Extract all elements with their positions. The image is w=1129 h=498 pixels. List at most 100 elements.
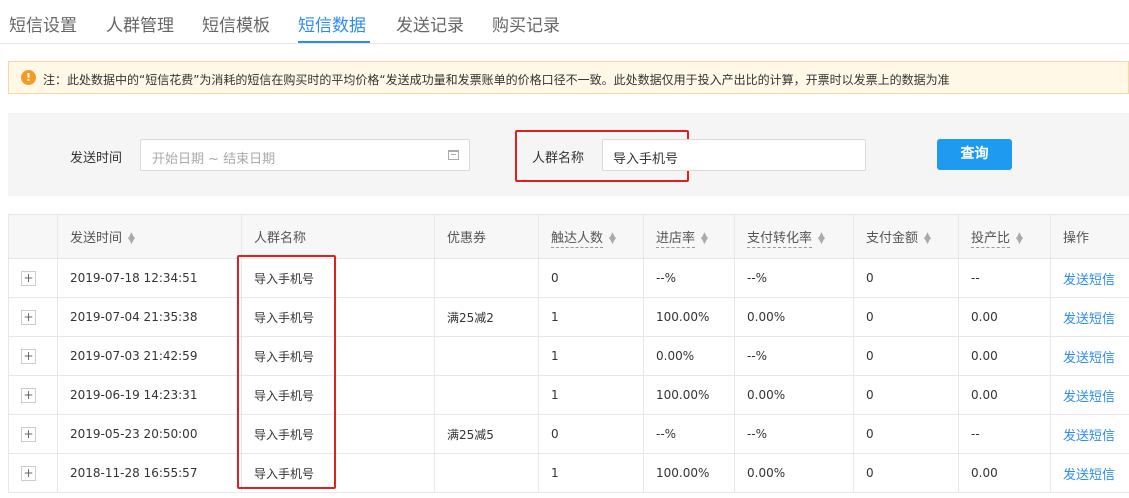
cell-coupon [434, 336, 539, 376]
col-reach[interactable]: 触达人数 ▲ ▼ [538, 214, 644, 259]
cell-send-time: 2019-07-03 21:42:59 [57, 336, 242, 376]
col-visit-rate-label: 进店率 [656, 231, 696, 248]
cell-reach: 0 [538, 414, 644, 454]
expand-row-button[interactable]: + [21, 426, 36, 442]
expand-row-button[interactable]: + [21, 270, 36, 286]
cell-pay-amount: 0 [853, 297, 959, 337]
col-pay-amount-label: 支付金额 [866, 231, 919, 246]
col-pay-conversion-label: 支付转化率 [747, 231, 813, 248]
cell-visit-rate: 100.00% [643, 453, 735, 493]
cell-pay-amount: 0 [853, 375, 959, 415]
sort-icon[interactable]: ▲ ▼ [609, 231, 616, 245]
col-send-time[interactable]: 发送时间 ▲ ▼ [57, 214, 242, 259]
table-header-row: 发送时间 ▲ ▼ 人群名称 优惠券 触达人数 ▲ ▼ 进店率 ▲ ▼ 支付转化率 ▲ ▼ 支付金… [8, 214, 1129, 259]
cell-action: 发送短信 [1050, 375, 1129, 415]
cell-coupon: 满25减5 [434, 414, 539, 454]
col-pay-amount[interactable]: 支付金额 ▲ ▼ [853, 214, 959, 259]
table-row: + 2019-07-18 12:34:51 导入手机号 0 --% --% 0 … [8, 258, 1129, 298]
tab-purchase-records[interactable]: 购买记录 [492, 11, 560, 36]
cell-crowd-name: 导入手机号 [241, 414, 435, 454]
date-range-input[interactable]: 开始日期 ~ 结束日期 [140, 139, 470, 171]
expand-cell: + [8, 297, 58, 337]
expand-row-button[interactable]: + [21, 387, 36, 403]
cell-pay-amount: 0 [853, 336, 959, 376]
col-crowd-name: 人群名称 [241, 214, 435, 259]
table-row: + 2019-05-23 20:50:00 导入手机号 满25减5 0 --% … [8, 414, 1129, 454]
send-sms-link[interactable]: 发送短信 [1063, 312, 1115, 327]
calendar-icon[interactable] [448, 150, 459, 160]
send-sms-link[interactable]: 发送短信 [1063, 468, 1115, 483]
cell-pay-conversion: --% [734, 414, 854, 454]
cell-send-time: 2019-05-23 20:50:00 [57, 414, 242, 454]
col-crowd-name-label: 人群名称 [254, 231, 307, 246]
cell-visit-rate: 100.00% [643, 375, 735, 415]
send-sms-link[interactable]: 发送短信 [1063, 390, 1115, 405]
cell-pay-conversion: 0.00% [734, 297, 854, 337]
col-roi[interactable]: 投产比 ▲ ▼ [958, 214, 1051, 259]
tab-crowd-management[interactable]: 人群管理 [106, 11, 174, 36]
cell-action: 发送短信 [1050, 297, 1129, 337]
tab-sms-settings[interactable]: 短信设置 [9, 11, 77, 36]
expand-row-button[interactable]: + [21, 309, 36, 325]
cell-send-time: 2019-07-04 21:35:38 [57, 297, 242, 337]
table-row: + 2018-11-28 16:55:57 导入手机号 1 100.00% 0.… [8, 453, 1129, 493]
col-roi-label: 投产比 [971, 231, 1011, 248]
cell-visit-rate: 100.00% [643, 297, 735, 337]
cell-pay-conversion: --% [734, 258, 854, 298]
cell-visit-rate: --% [643, 258, 735, 298]
cell-reach: 0 [538, 258, 644, 298]
tab-send-records[interactable]: 发送记录 [396, 11, 464, 36]
cell-action: 发送短信 [1050, 453, 1129, 493]
col-coupon: 优惠券 [434, 214, 539, 259]
col-action-label: 操作 [1063, 231, 1090, 246]
send-sms-link[interactable]: 发送短信 [1063, 429, 1115, 444]
cell-action: 发送短信 [1050, 258, 1129, 298]
sort-icon[interactable]: ▲ ▼ [128, 231, 135, 245]
crowd-name-value: 导入手机号 [613, 152, 679, 167]
cell-roi: 0.00 [958, 375, 1051, 415]
sort-icon[interactable]: ▲ ▼ [818, 231, 825, 245]
sort-icon[interactable]: ▲ ▼ [924, 231, 931, 245]
cell-reach: 1 [538, 297, 644, 337]
col-expand [8, 214, 58, 259]
cell-roi: 0.00 [958, 297, 1051, 337]
cell-coupon: 满25减2 [434, 297, 539, 337]
crowd-name-input[interactable]: 导入手机号 [602, 139, 866, 171]
query-button[interactable]: 查询 [937, 139, 1012, 170]
sms-data-table: 发送时间 ▲ ▼ 人群名称 优惠券 触达人数 ▲ ▼ 进店率 ▲ ▼ 支付转化率 ▲ ▼ 支付金… [8, 214, 1129, 493]
tab-bar: 短信设置 人群管理 短信模板 短信数据 发送记录 购买记录 [0, 0, 1129, 44]
table-row: + 2019-07-04 21:35:38 导入手机号 满25减2 1 100.… [8, 297, 1129, 337]
notice-text: 注：此处数据中的“短信花费”为消耗的短信在购买时的平均价格“发送成功量和发票账单… [43, 73, 950, 87]
cell-coupon [434, 453, 539, 493]
col-coupon-label: 优惠券 [447, 231, 487, 246]
expand-row-button[interactable]: + [21, 348, 36, 364]
tab-sms-data[interactable]: 短信数据 [298, 11, 366, 36]
cell-reach: 1 [538, 375, 644, 415]
cell-send-time: 2018-11-28 16:55:57 [57, 453, 242, 493]
cell-pay-conversion: --% [734, 336, 854, 376]
cell-send-time: 2019-06-19 14:23:31 [57, 375, 242, 415]
cell-pay-conversion: 0.00% [734, 453, 854, 493]
expand-cell: + [8, 453, 58, 493]
cell-pay-amount: 0 [853, 258, 959, 298]
sort-icon[interactable]: ▲ ▼ [1016, 231, 1023, 245]
cell-roi: 0.00 [958, 453, 1051, 493]
send-sms-link[interactable]: 发送短信 [1063, 273, 1115, 288]
tab-sms-templates[interactable]: 短信模板 [202, 11, 270, 36]
warning-icon: ! [21, 70, 36, 85]
col-send-time-label: 发送时间 [70, 231, 123, 246]
cell-crowd-name: 导入手机号 [241, 258, 435, 298]
cell-coupon [434, 258, 539, 298]
send-sms-link[interactable]: 发送短信 [1063, 351, 1115, 366]
cell-roi: 0.00 [958, 336, 1051, 376]
col-visit-rate[interactable]: 进店率 ▲ ▼ [643, 214, 735, 259]
cell-crowd-name: 导入手机号 [241, 297, 435, 337]
expand-cell: + [8, 258, 58, 298]
cell-pay-amount: 0 [853, 414, 959, 454]
col-pay-conversion[interactable]: 支付转化率 ▲ ▼ [734, 214, 854, 259]
expand-cell: + [8, 375, 58, 415]
sort-icon[interactable]: ▲ ▼ [701, 231, 708, 245]
send-time-label: 发送时间 [70, 151, 123, 166]
table-row: + 2019-07-03 21:42:59 导入手机号 1 0.00% --% … [8, 336, 1129, 376]
expand-row-button[interactable]: + [21, 465, 36, 481]
